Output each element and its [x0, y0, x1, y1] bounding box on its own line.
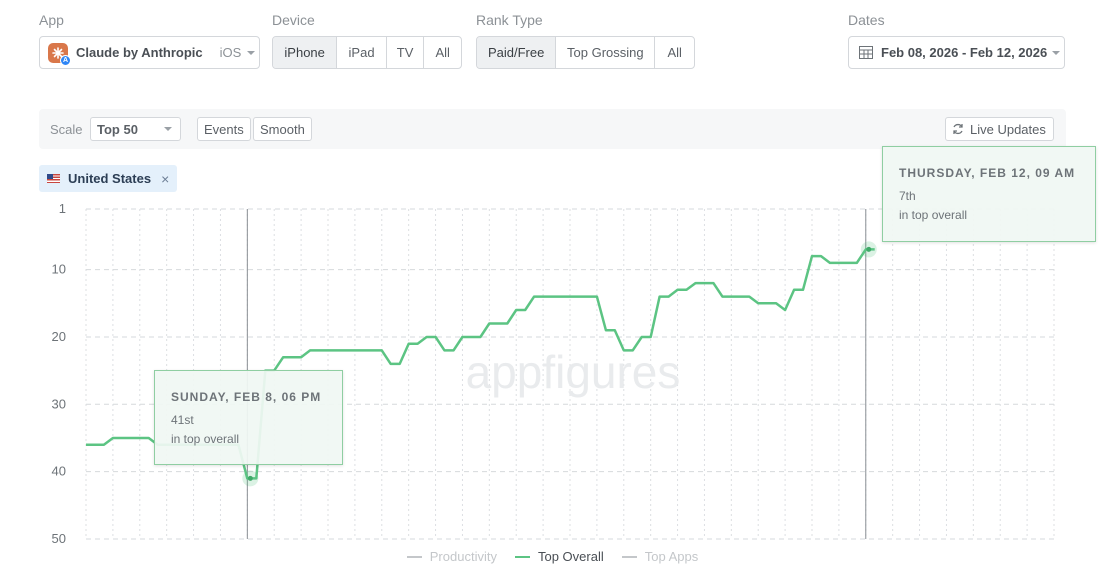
- y-tick-label: 50: [52, 531, 66, 546]
- y-tick-label: 20: [52, 329, 66, 344]
- tooltip-date: Sunday, Feb 8, 06 PM: [171, 390, 322, 404]
- tooltip-rank: 7th: [899, 189, 916, 203]
- legend-label: Productivity: [429, 549, 497, 564]
- tooltip-feb-12: Thursday, Feb 12, 09 AM 7th in top overa…: [882, 146, 1096, 242]
- tooltip-desc: in top overall: [171, 432, 240, 446]
- data-point: [247, 475, 253, 481]
- legend-swatch: [514, 555, 530, 558]
- chart-legend: Productivity Top Overall Top Apps: [0, 549, 1105, 564]
- legend-label: Top Apps: [644, 549, 699, 564]
- rank-chart: 1 10 20 30 40 50 appfigures: [52, 201, 1055, 546]
- legend-swatch: [621, 555, 637, 558]
- legend-swatch: [406, 555, 422, 558]
- data-point: [866, 246, 872, 252]
- legend-label: Top Overall: [537, 549, 604, 564]
- legend-item-top-overall[interactable]: Top Overall: [514, 549, 604, 564]
- y-tick-label: 1: [59, 201, 66, 216]
- legend-item-top-apps[interactable]: Top Apps: [621, 549, 699, 564]
- tooltip-desc: in top overall: [899, 208, 968, 222]
- tooltip-rank: 41st: [171, 413, 194, 427]
- appfigures-watermark: appfigures: [466, 346, 681, 398]
- y-tick-label: 30: [52, 396, 66, 411]
- legend-item-productivity[interactable]: Productivity: [406, 549, 497, 564]
- y-tick-label: 40: [52, 464, 66, 479]
- tooltip-feb-8: Sunday, Feb 8, 06 PM 41st in top overall: [154, 370, 343, 465]
- tooltip-date: Thursday, Feb 12, 09 AM: [899, 166, 1076, 180]
- y-tick-label: 10: [52, 262, 66, 277]
